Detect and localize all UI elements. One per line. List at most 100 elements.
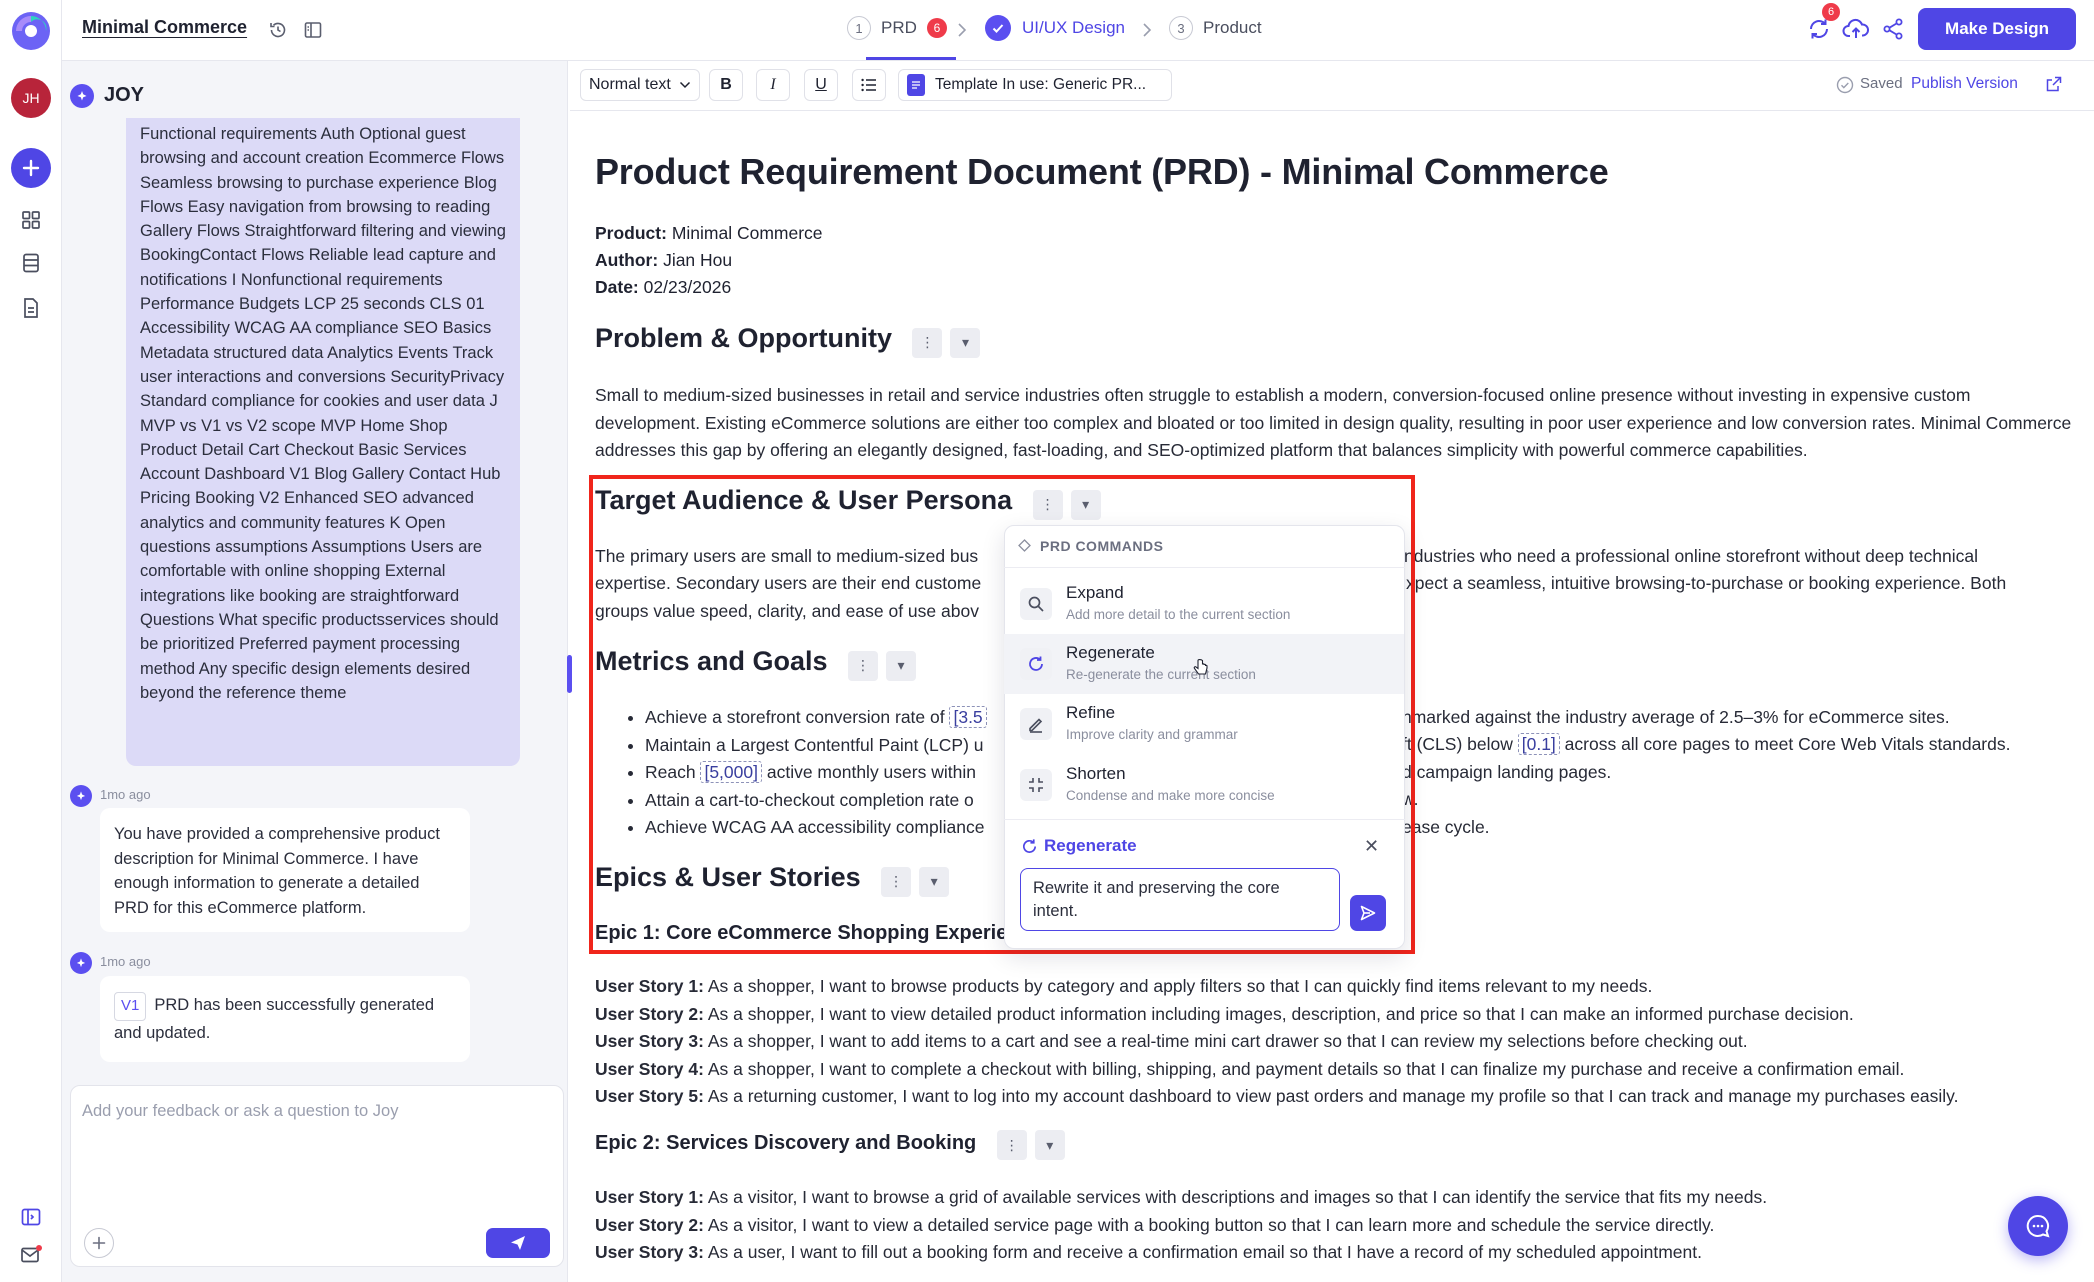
command-description: Re-generate the current section [1066,667,1256,682]
saved-status: Saved [1860,75,1903,92]
user-message: Functional requirements Auth Optional gu… [126,118,520,766]
chevron-down-icon [679,81,691,89]
database-icon[interactable] [19,251,43,275]
plus-icon [22,159,40,177]
panel-toggle-icon[interactable] [19,1205,43,1229]
text-style-value: Normal text [589,76,671,93]
bullet-list-button[interactable] [852,69,886,101]
chevron-right-icon [958,23,967,37]
submit-command-button[interactable] [1350,895,1386,931]
command-description: Improve clarity and grammar [1066,727,1238,742]
app-logo-icon[interactable] [10,10,52,52]
user-story: User Story 3: As a shopper, I want to ad… [595,1031,1748,1051]
active-step-underline [866,57,956,60]
product-value: Minimal Commerce [671,223,823,243]
section-collapse-icon[interactable]: ▾ [950,327,981,358]
audience-line-1b: ndustries who need a professional online… [1404,546,1978,566]
user-story: User Story 3: As a user, I want to fill … [595,1242,1702,1262]
attach-button[interactable] [84,1228,114,1258]
publish-version-link[interactable]: Publish Version [1911,75,2018,93]
step-label: UI/UX Design [1022,18,1125,37]
user-story: User Story 1: As a shopper, I want to br… [595,976,1653,996]
step-product[interactable]: 3 Product [1169,16,1262,40]
problem-paragraph: Small to medium-sized businesses in reta… [595,385,2072,460]
doc-author-line: Author: Jian Hou [595,247,732,275]
project-title[interactable]: Minimal Commerce [82,17,247,38]
feedback-input[interactable]: Add your feedback or ask a question to J… [82,1102,398,1121]
make-design-button[interactable]: Make Design [1918,8,2076,50]
section-menu-icon[interactable]: ⋮ [996,1130,1027,1160]
list-icon [861,78,876,92]
underline-button[interactable]: U [804,69,838,101]
doc-date-line: Date: 02/23/2026 [595,274,731,302]
collapse-icon [1020,769,1052,801]
section-collapse-icon[interactable]: ▾ [1034,1130,1065,1160]
user-story: User Story 2: As a visitor, I want to vi… [595,1214,1715,1235]
saved-check-icon [1836,76,1854,94]
search-icon [1020,588,1052,620]
cloud-upload-icon[interactable] [1842,16,1870,42]
check-icon [985,15,1011,41]
section-heading: Problem & Opportunity [595,323,892,353]
italic-button[interactable]: I [756,69,790,101]
date-label: Date: [595,277,639,297]
command-regenerate[interactable]: Regenerate Re-generate the current secti… [1004,634,1404,694]
notification-badge: 6 [926,18,947,38]
pencil-icon [1020,708,1052,740]
step-label: PRD [881,18,917,37]
author-label: Author: [595,250,659,270]
message-text: PRD has been successfully generated and … [114,996,435,1042]
joy-avatar-icon [70,952,92,974]
command-description: Condense and make more concise [1066,788,1275,803]
metric-2-tail: ft (CLS) below [0.1] across all core pag… [1402,733,2011,755]
version-badge[interactable]: V1 [114,992,147,1021]
command-title: Regenerate [1066,643,1155,662]
new-project-button[interactable] [11,148,51,188]
close-icon[interactable]: ✕ [1364,836,1379,857]
chat-scrollbar[interactable] [567,655,572,693]
external-link-icon[interactable] [2045,75,2063,93]
history-icon[interactable] [268,20,288,40]
sync-badge: 6 [1822,3,1840,21]
bold-button[interactable]: B [709,69,743,101]
command-shorten[interactable]: Shorten Condense and make more concise [1004,755,1404,815]
command-refine[interactable]: Refine Improve clarity and grammar [1004,694,1404,754]
user-story: User Story 2: As a shopper, I want to vi… [595,1003,1854,1024]
template-label: Template In use: Generic PR... [935,76,1147,93]
date-value: 02/23/2026 [643,277,732,297]
send-icon [511,1236,525,1250]
plus-icon [92,1236,106,1250]
command-title: Expand [1066,583,1124,602]
epic-2-stories: User Story 1: As a visitor, I want to br… [595,1184,2085,1267]
active-command-label: Regenerate [1044,836,1137,855]
mail-icon[interactable] [19,1243,43,1267]
step-prd[interactable]: 1 PRD 6 [847,16,947,40]
text-style-select[interactable]: Normal text [580,69,700,101]
section-menu-icon[interactable]: ⋮ [912,327,943,358]
step-number: 3 [1169,16,1193,40]
command-expand[interactable]: Expand Add more detail to the current se… [1004,574,1404,634]
section-problem-header: Problem & Opportunity ⋮ ▾ [595,323,981,358]
grid-icon[interactable] [19,208,43,232]
template-icon [907,74,925,96]
template-selector[interactable]: Template In use: Generic PR... [898,69,1172,101]
regenerate-instruction-input[interactable]: Rewrite it and preserving the core inten… [1020,868,1340,931]
popup-header: PRD COMMANDS [1040,538,1164,554]
send-icon [1360,905,1376,921]
step-label: Product [1203,18,1262,37]
step-uiux-design[interactable]: UI/UX Design [985,15,1125,41]
document-icon[interactable] [19,296,43,320]
message-timestamp: 1mo ago [100,954,151,969]
epic-1-stories: User Story 1: As a shopper, I want to br… [595,973,2085,1111]
user-story: User Story 4: As a shopper, I want to co… [595,1058,1905,1079]
chat-support-button[interactable] [2008,1196,2068,1256]
joy-assistant-icon [70,84,94,108]
send-button[interactable] [486,1228,550,1258]
variable-tag[interactable]: [0.1] [1517,733,1560,755]
sidebar-toggle-icon[interactable] [303,20,323,40]
refresh-icon [1023,839,1037,853]
joy-avatar-icon [70,785,92,807]
user-avatar[interactable]: JH [11,78,51,118]
metric-5-tail: ease cycle. [1402,817,1490,837]
share-icon[interactable] [1881,17,1905,41]
